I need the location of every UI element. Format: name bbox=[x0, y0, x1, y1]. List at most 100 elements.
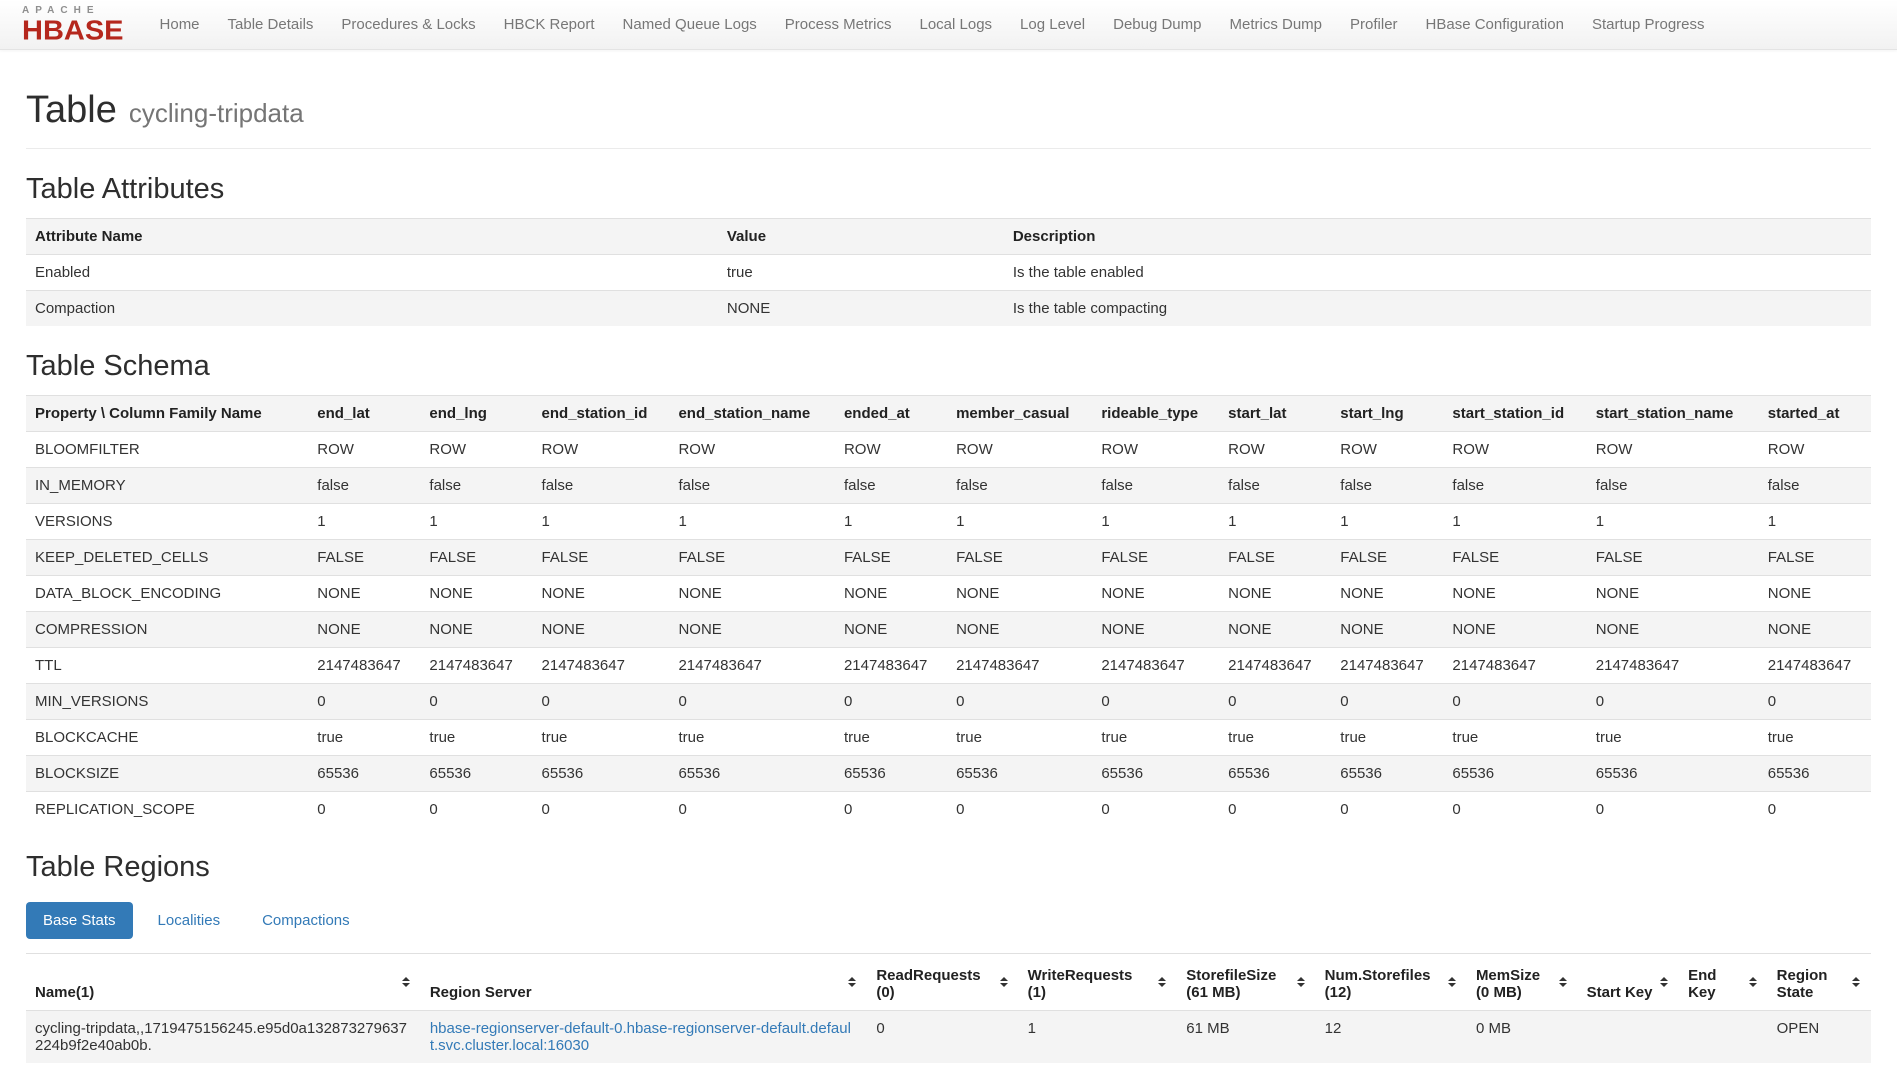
regions-column-header-name-1[interactable]: Name(1) bbox=[26, 953, 421, 1010]
schema-value-cell: ROW bbox=[533, 431, 670, 467]
schema-value-cell: 0 bbox=[947, 791, 1092, 827]
schema-value-cell: false bbox=[835, 467, 947, 503]
regions-column-header-region-server[interactable]: Region Server bbox=[421, 953, 868, 1010]
sort-icon[interactable] bbox=[1446, 975, 1458, 989]
schema-value-cell: 65536 bbox=[420, 755, 532, 791]
nav-item-profiler[interactable]: Profiler bbox=[1336, 0, 1412, 49]
attributes-col-description: Description bbox=[1004, 218, 1871, 254]
schema-value-cell: NONE bbox=[1759, 575, 1871, 611]
regions-column-header-memsize-0-mb[interactable]: MemSize (0 MB) bbox=[1467, 953, 1578, 1010]
schema-value-cell: false bbox=[420, 467, 532, 503]
schema-property-cell: COMPRESSION bbox=[26, 611, 308, 647]
schema-value-cell: FALSE bbox=[1092, 539, 1219, 575]
schema-property-header: Property \ Column Family Name bbox=[26, 395, 308, 431]
schema-row: IN_MEMORYfalsefalsefalsefalsefalsefalsef… bbox=[26, 467, 1871, 503]
sort-icon[interactable] bbox=[1747, 975, 1759, 989]
sort-icon[interactable] bbox=[1156, 975, 1168, 989]
schema-value-cell: 0 bbox=[1331, 791, 1443, 827]
schema-value-cell: NONE bbox=[1587, 575, 1759, 611]
tab-compactions[interactable]: Compactions bbox=[245, 902, 367, 939]
sort-icon[interactable] bbox=[1557, 975, 1569, 989]
sort-icon[interactable] bbox=[1295, 975, 1307, 989]
schema-row: KEEP_DELETED_CELLSFALSEFALSEFALSEFALSEFA… bbox=[26, 539, 1871, 575]
schema-value-cell: 0 bbox=[1331, 683, 1443, 719]
nav-item-table-details[interactable]: Table Details bbox=[214, 0, 328, 49]
schema-value-cell: 2147483647 bbox=[308, 647, 420, 683]
schema-value-cell: 1 bbox=[835, 503, 947, 539]
schema-value-cell: FALSE bbox=[533, 539, 670, 575]
schema-value-cell: 0 bbox=[1219, 791, 1331, 827]
schema-value-cell: 65536 bbox=[669, 755, 835, 791]
schema-value-cell: 2147483647 bbox=[420, 647, 532, 683]
column-header-label: Name(1) bbox=[35, 984, 94, 1001]
regions-heading: Table Regions bbox=[26, 851, 1871, 884]
schema-property-cell: BLOOMFILTER bbox=[26, 431, 308, 467]
regions-column-header-end-key[interactable]: End Key bbox=[1679, 953, 1768, 1010]
sort-icon[interactable] bbox=[846, 975, 858, 989]
nav-item-local-logs[interactable]: Local Logs bbox=[905, 0, 1006, 49]
table-cell: NONE bbox=[718, 290, 1004, 326]
regions-column-header-num-storefiles-12[interactable]: Num.Storefiles (12) bbox=[1316, 953, 1467, 1010]
tab-base-stats[interactable]: Base Stats bbox=[26, 902, 133, 939]
nav-item-startup-progress[interactable]: Startup Progress bbox=[1578, 0, 1719, 49]
schema-value-cell: true bbox=[1331, 719, 1443, 755]
nav-item-metrics-dump[interactable]: Metrics Dump bbox=[1216, 0, 1337, 49]
schema-value-cell: 1 bbox=[1587, 503, 1759, 539]
schema-family-header: end_station_id bbox=[533, 395, 670, 431]
regions-table: Name(1) Region Server ReadRequests (0)Writ… bbox=[26, 953, 1871, 1063]
schema-value-cell: 1 bbox=[533, 503, 670, 539]
schema-value-cell: false bbox=[1331, 467, 1443, 503]
hbase-logo[interactable]: APACHE HBASE bbox=[8, 3, 136, 46]
regions-column-header-readrequests-0[interactable]: ReadRequests (0) bbox=[867, 953, 1018, 1010]
sort-icon[interactable] bbox=[1658, 975, 1670, 989]
column-header-label: End Key bbox=[1688, 967, 1743, 1001]
nav-item-hbck-report[interactable]: HBCK Report bbox=[490, 0, 609, 49]
attributes-table-body: EnabledtrueIs the table enabledCompactio… bbox=[26, 254, 1871, 326]
regions-column-header-storefilesize-61-mb[interactable]: StorefileSize (61 MB) bbox=[1177, 953, 1315, 1010]
attributes-header-row: Attribute Name Value Description bbox=[26, 218, 1871, 254]
logo-hbase-text: HBASE bbox=[22, 18, 124, 46]
schema-value-cell: false bbox=[1587, 467, 1759, 503]
nav-item-procedures-locks[interactable]: Procedures & Locks bbox=[327, 0, 489, 49]
sort-icon[interactable] bbox=[400, 975, 412, 989]
sort-icon[interactable] bbox=[998, 975, 1010, 989]
schema-value-cell: 0 bbox=[947, 683, 1092, 719]
schema-value-cell: false bbox=[1443, 467, 1586, 503]
table-cell: true bbox=[718, 254, 1004, 290]
schema-value-cell: true bbox=[1092, 719, 1219, 755]
schema-value-cell: NONE bbox=[1092, 575, 1219, 611]
region-state-cell: OPEN bbox=[1768, 1010, 1871, 1063]
column-header-label: StorefileSize (61 MB) bbox=[1186, 967, 1290, 1001]
top-navbar: APACHE HBASE HomeTable DetailsProcedures… bbox=[0, 0, 1897, 50]
schema-value-cell: NONE bbox=[1443, 575, 1586, 611]
schema-value-cell: 0 bbox=[1759, 683, 1871, 719]
schema-value-cell: true bbox=[533, 719, 670, 755]
tab-localities[interactable]: Localities bbox=[141, 902, 238, 939]
region-read-requests-cell: 0 bbox=[867, 1010, 1018, 1063]
region-row: cycling-tripdata,,1719475156245.e95d0a13… bbox=[26, 1010, 1871, 1063]
schema-value-cell: 65536 bbox=[835, 755, 947, 791]
regions-column-header-region-state[interactable]: Region State bbox=[1768, 953, 1871, 1010]
schema-property-cell: REPLICATION_SCOPE bbox=[26, 791, 308, 827]
schema-value-cell: 1 bbox=[669, 503, 835, 539]
regions-column-header-writerequests-1[interactable]: WriteRequests (1) bbox=[1019, 953, 1178, 1010]
schema-value-cell: 2147483647 bbox=[947, 647, 1092, 683]
schema-value-cell: 1 bbox=[1759, 503, 1871, 539]
nav-item-home[interactable]: Home bbox=[146, 0, 214, 49]
schema-value-cell: 0 bbox=[1587, 791, 1759, 827]
page-title-text: Table bbox=[26, 89, 117, 131]
schema-value-cell: true bbox=[420, 719, 532, 755]
nav-item-process-metrics[interactable]: Process Metrics bbox=[771, 0, 906, 49]
regions-column-header-start-key[interactable]: Start Key bbox=[1578, 953, 1679, 1010]
sort-icon[interactable] bbox=[1850, 975, 1862, 989]
nav-item-log-level[interactable]: Log Level bbox=[1006, 0, 1099, 49]
column-header-label: Region Server bbox=[430, 984, 532, 1001]
nav-item-debug-dump[interactable]: Debug Dump bbox=[1099, 0, 1215, 49]
region-server-link[interactable]: hbase-regionserver-default-0.hbase-regio… bbox=[430, 1020, 851, 1054]
nav-item-hbase-configuration[interactable]: HBase Configuration bbox=[1412, 0, 1578, 49]
schema-value-cell: NONE bbox=[835, 575, 947, 611]
regions-header-row: Name(1) Region Server ReadRequests (0)Writ… bbox=[26, 953, 1871, 1010]
nav-item-named-queue-logs[interactable]: Named Queue Logs bbox=[609, 0, 771, 49]
schema-value-cell: NONE bbox=[533, 575, 670, 611]
schema-header-row: Property \ Column Family Name end_latend… bbox=[26, 395, 1871, 431]
